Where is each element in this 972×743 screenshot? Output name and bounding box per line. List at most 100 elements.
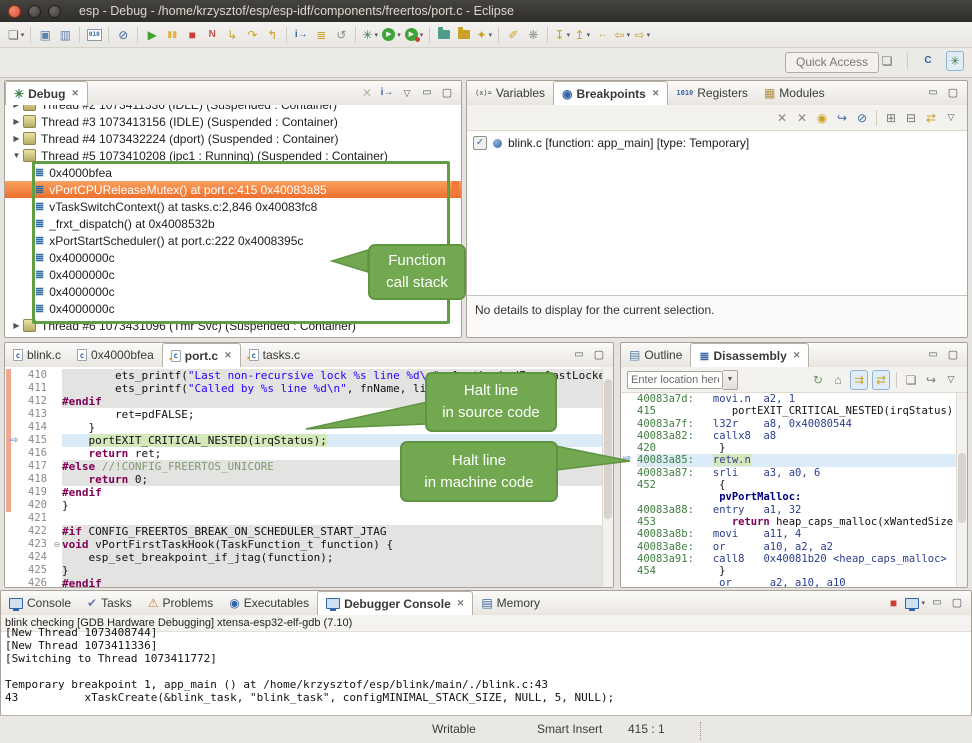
tab-disassembly[interactable]: ≣Disassembly✕: [690, 343, 809, 367]
view-menu-button[interactable]: ▽: [943, 109, 959, 127]
maximize-button[interactable]: ▢: [945, 84, 961, 102]
disassembly-line[interactable]: 40083a7f: l32r a8, 0x40080544: [621, 418, 967, 430]
go-to-file-for-breakpoint-button[interactable]: ↪: [834, 109, 850, 127]
skip-all-breakpoints-toggle[interactable]: ⊘: [854, 109, 870, 127]
fold-marker-icon[interactable]: ⊖: [52, 538, 62, 551]
close-button[interactable]: [8, 5, 21, 18]
stack-frame-row[interactable]: ≣0x4000bfea: [5, 164, 461, 181]
binary-file-button[interactable]: 010: [86, 26, 102, 44]
restart-button[interactable]: ↺: [333, 26, 349, 44]
thread-row[interactable]: ▼Thread #5 1073410208 (ipc1 : Running) (…: [5, 147, 461, 164]
open-declaration-folder-button[interactable]: [436, 26, 452, 44]
editor-line-416[interactable]: 416 return ret;: [5, 447, 613, 460]
view-menu-button[interactable]: ▽: [399, 84, 415, 102]
minimize-button[interactable]: ▭: [929, 594, 945, 612]
editor-line-424[interactable]: 424 esp_set_breakpoint_if_jtag(function)…: [5, 551, 613, 564]
disassembly-line[interactable]: 415 portEXIT_CRITICAL_NESTED(irqStatus): [621, 405, 967, 417]
minimize-button[interactable]: ▭: [925, 84, 941, 102]
mark-occurrences-button[interactable]: ✐: [505, 26, 521, 44]
sync-with-context-toggle[interactable]: ⇄: [872, 370, 890, 390]
home-button[interactable]: ⌂: [830, 371, 846, 389]
collapse-all-button[interactable]: ⊟: [903, 109, 919, 127]
tab-breakpoints[interactable]: ◉Breakpoints✕: [553, 81, 668, 105]
editor-line-411[interactable]: 411 ets_printf("Called by %s line %d\n",…: [5, 382, 613, 395]
disassembly-line[interactable]: 420 }: [621, 442, 967, 454]
skip-all-breakpoints-button[interactable]: ⊘: [115, 26, 131, 44]
disassembly-line[interactable]: pvPortMalloc:: [621, 491, 967, 503]
location-input[interactable]: [627, 371, 723, 389]
tab-registers[interactable]: 1010Registers: [668, 81, 756, 105]
cpp-perspective-button[interactable]: C: [920, 52, 936, 70]
tab-debugger-console[interactable]: Debugger Console✕: [317, 591, 473, 615]
disassembly-line[interactable]: 40083a8b: movi a11, 4: [621, 528, 967, 540]
disassembly-line[interactable]: 453 return heap_caps_malloc(xWantedSize: [621, 516, 967, 528]
use-step-filters-button[interactable]: ≣: [313, 26, 329, 44]
maximize-window-button[interactable]: [48, 5, 61, 18]
close-tab-icon[interactable]: ✕: [457, 598, 465, 609]
tab-problems[interactable]: ⚠Problems: [140, 591, 221, 615]
follow-pc-toggle[interactable]: ⇉: [850, 370, 868, 390]
stack-frame-row[interactable]: ≣_frxt_dispatch() at 0x4008532b: [5, 215, 461, 232]
display-selected-console-button[interactable]: ▾: [905, 594, 925, 612]
stack-frame-row[interactable]: ≣vPortCPUReleaseMutex() at port.c:415 0x…: [5, 181, 461, 198]
location-combo-arrow[interactable]: ▼: [723, 370, 738, 390]
stack-frame-row[interactable]: ≣0x4000000c: [5, 266, 461, 283]
disassembly-line[interactable]: 452 {: [621, 479, 967, 491]
stack-frame-row[interactable]: ≣vTaskSwitchContext() at tasks.c:2,846 0…: [5, 198, 461, 215]
external-tools-dropdown-button[interactable]: ▶▾: [405, 26, 424, 44]
back-to-last-button[interactable]: ←: [594, 26, 610, 44]
tab-0x4000bfea[interactable]: c0x4000bfea: [69, 343, 162, 367]
remove-all-breakpoints-button[interactable]: ✕: [794, 109, 810, 127]
link-with-debug-view-toggle[interactable]: ⇄: [923, 109, 939, 127]
tab-console[interactable]: Console: [1, 591, 79, 615]
show-breakpoints-supported-button[interactable]: ◉: [814, 109, 830, 127]
expand-all-button[interactable]: ⊞: [883, 109, 899, 127]
view-menu-button[interactable]: ▽: [943, 371, 959, 389]
editor-line-412[interactable]: 412#endif: [5, 395, 613, 408]
thread-row[interactable]: ▶Thread #3 1073413156 (IDLE) (Suspended …: [5, 113, 461, 130]
run-dropdown-button[interactable]: ▶▾: [382, 26, 401, 44]
maximize-button[interactable]: ▢: [945, 346, 961, 364]
disassembly-line[interactable]: 40083a82: callx8 a8: [621, 430, 967, 442]
editor-line-418[interactable]: 418 return 0;: [5, 473, 613, 486]
maximize-button[interactable]: ▢: [439, 84, 455, 102]
console-output[interactable]: [New Thread 1073408744][New Thread 10734…: [1, 626, 971, 704]
quick-access-input[interactable]: Quick Access: [785, 52, 879, 73]
remove-breakpoint-button[interactable]: ✕: [774, 109, 790, 127]
debug-perspective-button[interactable]: ✳: [946, 51, 964, 71]
back-button[interactable]: ⇦▾: [614, 26, 630, 44]
disconnect-button[interactable]: N: [204, 26, 220, 44]
open-resource-folder-button[interactable]: [456, 26, 472, 44]
tab-executables[interactable]: ◉Executables: [221, 591, 317, 615]
stack-frame-row[interactable]: ≣0x4000000c: [5, 283, 461, 300]
stack-frame-row[interactable]: ≣xPortStartScheduler() at port.c:222 0x4…: [5, 232, 461, 249]
editor-line-421[interactable]: 421: [5, 512, 613, 525]
tab-outline[interactable]: ▤Outline: [621, 343, 690, 367]
save-button[interactable]: ▣: [37, 26, 53, 44]
editor-line-422[interactable]: 422#if CONFIG_FREERTOS_BREAK_ON_SCHEDULE…: [5, 525, 613, 538]
forward-button[interactable]: ⇨▾: [634, 26, 650, 44]
editor-vertical-scrollbar[interactable]: [602, 367, 613, 587]
editor-line-420[interactable]: 420}: [5, 499, 613, 512]
save-all-button[interactable]: ▥: [57, 26, 73, 44]
resume-button[interactable]: ▶: [144, 26, 160, 44]
search-button[interactable]: ✦▾: [476, 26, 492, 44]
disassembly-line[interactable]: 454 }: [621, 565, 967, 577]
instruction-stepping-button[interactable]: i→: [293, 26, 309, 44]
tab-modules[interactable]: ▦Modules: [756, 81, 833, 105]
breakpoint-checkbox[interactable]: ✓: [473, 136, 487, 150]
step-return-button[interactable]: ↰: [264, 26, 280, 44]
disassembly-line[interactable]: 40083a7d: movi.n a2, 1: [621, 393, 967, 405]
editor-line-415[interactable]: ⇨415 portEXIT_CRITICAL_NESTED(irqStatus)…: [5, 434, 613, 447]
debug-dropdown-button[interactable]: ✳▾: [362, 26, 378, 44]
remove-all-terminated-button[interactable]: ✕: [359, 84, 375, 102]
step-over-button[interactable]: ↷: [244, 26, 260, 44]
editor-line-410[interactable]: 410 ets_printf("Last non-recursive lock …: [5, 369, 613, 382]
refresh-view-button[interactable]: ↻: [810, 371, 826, 389]
tab-port-c[interactable]: cport.c✕: [162, 343, 241, 367]
instruction-stepping-toggle[interactable]: i→: [379, 84, 395, 102]
tab-tasks[interactable]: ✔Tasks: [79, 591, 140, 615]
thread-row[interactable]: ▶Thread #4 1073432224 (dport) (Suspended…: [5, 130, 461, 147]
editor-line-417[interactable]: 417#else //!CONFIG_FREERTOS_UNICORE: [5, 460, 613, 473]
disassembly-line[interactable]: ⇨40083a85: retw.n: [621, 454, 967, 466]
